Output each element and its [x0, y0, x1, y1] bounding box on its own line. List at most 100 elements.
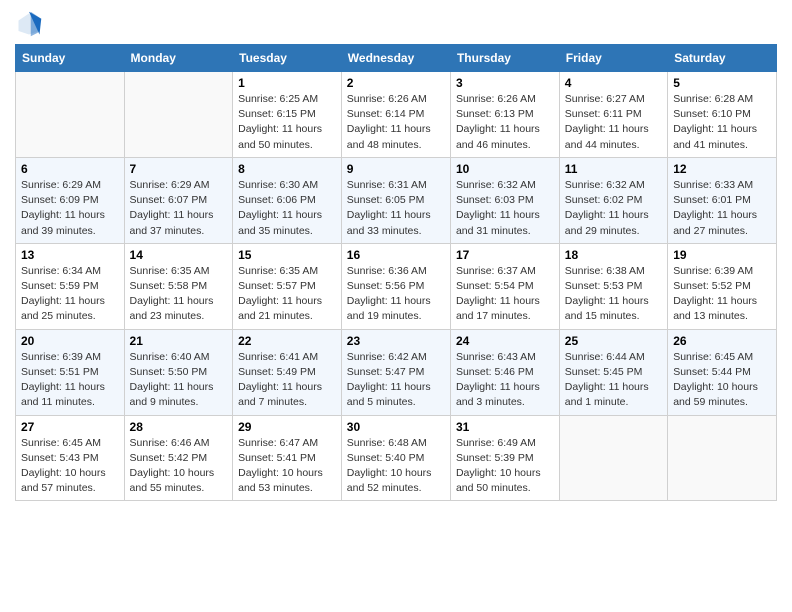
- day-number: 25: [565, 334, 662, 348]
- day-info: Sunrise: 6:40 AM Sunset: 5:50 PM Dayligh…: [130, 350, 228, 411]
- day-number: 26: [673, 334, 771, 348]
- calendar-week-3: 13 Sunrise: 6:34 AM Sunset: 5:59 PM Dayli…: [16, 243, 777, 329]
- calendar-cell: 18 Sunrise: 6:38 AM Sunset: 5:53 PM Dayli…: [559, 243, 667, 329]
- logo-icon: [15, 10, 43, 38]
- day-info: Sunrise: 6:25 AM Sunset: 6:15 PM Dayligh…: [238, 92, 336, 153]
- day-header-wednesday: Wednesday: [341, 45, 450, 72]
- day-info: Sunrise: 6:46 AM Sunset: 5:42 PM Dayligh…: [130, 436, 228, 497]
- calendar-header-row: SundayMondayTuesdayWednesdayThursdayFrid…: [16, 45, 777, 72]
- day-number: 2: [347, 76, 445, 90]
- calendar-cell: 22Sunrise: 6:41 AM Sunset: 5:49 PM Dayli…: [233, 329, 342, 415]
- calendar-week-5: 27Sunrise: 6:45 AM Sunset: 5:43 PM Dayli…: [16, 415, 777, 501]
- day-info: Sunrise: 6:47 AM Sunset: 5:41 PM Dayligh…: [238, 436, 336, 497]
- day-info: Sunrise: 6:30 AM Sunset: 6:06 PM Dayligh…: [238, 178, 336, 239]
- calendar-cell: 8 Sunrise: 6:30 AM Sunset: 6:06 PM Daylig…: [233, 157, 342, 243]
- calendar-table: SundayMondayTuesdayWednesdayThursdayFrid…: [15, 44, 777, 501]
- day-number: 11: [565, 162, 662, 176]
- day-number: 13: [21, 248, 119, 262]
- calendar-week-4: 20Sunrise: 6:39 AM Sunset: 5:51 PM Dayli…: [16, 329, 777, 415]
- calendar-cell: 25 Sunrise: 6:44 AM Sunset: 5:45 PM Dayli…: [559, 329, 667, 415]
- day-info: Sunrise: 6:29 AM Sunset: 6:07 PM Dayligh…: [130, 178, 228, 239]
- calendar-cell: 30 Sunrise: 6:48 AM Sunset: 5:40 PM Dayli…: [341, 415, 450, 501]
- calendar-cell: 19Sunrise: 6:39 AM Sunset: 5:52 PM Dayli…: [668, 243, 777, 329]
- day-number: 16: [347, 248, 445, 262]
- calendar-cell: 15Sunrise: 6:35 AM Sunset: 5:57 PM Dayli…: [233, 243, 342, 329]
- calendar-cell: [559, 415, 667, 501]
- day-header-saturday: Saturday: [668, 45, 777, 72]
- day-number: 6: [21, 162, 119, 176]
- calendar-cell: 10 Sunrise: 6:32 AM Sunset: 6:03 PM Dayli…: [450, 157, 559, 243]
- day-number: 19: [673, 248, 771, 262]
- day-info: Sunrise: 6:37 AM Sunset: 5:54 PM Dayligh…: [456, 264, 554, 325]
- calendar-cell: 3 Sunrise: 6:26 AM Sunset: 6:13 PM Daylig…: [450, 72, 559, 158]
- day-number: 29: [238, 420, 336, 434]
- calendar-cell: [16, 72, 125, 158]
- day-info: Sunrise: 6:45 AM Sunset: 5:44 PM Dayligh…: [673, 350, 771, 411]
- calendar-cell: 16 Sunrise: 6:36 AM Sunset: 5:56 PM Dayli…: [341, 243, 450, 329]
- calendar-cell: 31 Sunrise: 6:49 AM Sunset: 5:39 PM Dayli…: [450, 415, 559, 501]
- day-info: Sunrise: 6:35 AM Sunset: 5:57 PM Dayligh…: [238, 264, 336, 325]
- calendar-cell: 6 Sunrise: 6:29 AM Sunset: 6:09 PM Daylig…: [16, 157, 125, 243]
- day-info: Sunrise: 6:33 AM Sunset: 6:01 PM Dayligh…: [673, 178, 771, 239]
- day-number: 18: [565, 248, 662, 262]
- day-number: 23: [347, 334, 445, 348]
- day-number: 28: [130, 420, 228, 434]
- day-header-friday: Friday: [559, 45, 667, 72]
- day-number: 4: [565, 76, 662, 90]
- day-info: Sunrise: 6:34 AM Sunset: 5:59 PM Dayligh…: [21, 264, 119, 325]
- day-info: Sunrise: 6:35 AM Sunset: 5:58 PM Dayligh…: [130, 264, 228, 325]
- day-number: 20: [21, 334, 119, 348]
- day-info: Sunrise: 6:32 AM Sunset: 6:02 PM Dayligh…: [565, 178, 662, 239]
- calendar-cell: 1 Sunrise: 6:25 AM Sunset: 6:15 PM Daylig…: [233, 72, 342, 158]
- day-info: Sunrise: 6:43 AM Sunset: 5:46 PM Dayligh…: [456, 350, 554, 411]
- calendar-cell: 2Sunrise: 6:26 AM Sunset: 6:14 PM Daylig…: [341, 72, 450, 158]
- day-number: 3: [456, 76, 554, 90]
- calendar-cell: [668, 415, 777, 501]
- day-number: 17: [456, 248, 554, 262]
- day-info: Sunrise: 6:31 AM Sunset: 6:05 PM Dayligh…: [347, 178, 445, 239]
- day-number: 21: [130, 334, 228, 348]
- day-header-sunday: Sunday: [16, 45, 125, 72]
- day-number: 1: [238, 76, 336, 90]
- calendar-week-2: 6 Sunrise: 6:29 AM Sunset: 6:09 PM Daylig…: [16, 157, 777, 243]
- day-number: 30: [347, 420, 445, 434]
- day-number: 9: [347, 162, 445, 176]
- day-info: Sunrise: 6:29 AM Sunset: 6:09 PM Dayligh…: [21, 178, 119, 239]
- day-number: 31: [456, 420, 554, 434]
- calendar-cell: 12Sunrise: 6:33 AM Sunset: 6:01 PM Dayli…: [668, 157, 777, 243]
- logo: [15, 10, 47, 38]
- day-number: 27: [21, 420, 119, 434]
- day-info: Sunrise: 6:38 AM Sunset: 5:53 PM Dayligh…: [565, 264, 662, 325]
- calendar-cell: 13 Sunrise: 6:34 AM Sunset: 5:59 PM Dayli…: [16, 243, 125, 329]
- day-info: Sunrise: 6:28 AM Sunset: 6:10 PM Dayligh…: [673, 92, 771, 153]
- calendar-cell: 7 Sunrise: 6:29 AM Sunset: 6:07 PM Daylig…: [124, 157, 233, 243]
- day-number: 8: [238, 162, 336, 176]
- day-number: 7: [130, 162, 228, 176]
- day-header-tuesday: Tuesday: [233, 45, 342, 72]
- calendar-cell: 4 Sunrise: 6:27 AM Sunset: 6:11 PM Daylig…: [559, 72, 667, 158]
- day-number: 24: [456, 334, 554, 348]
- calendar-cell: 23 Sunrise: 6:42 AM Sunset: 5:47 PM Dayli…: [341, 329, 450, 415]
- calendar-cell: [124, 72, 233, 158]
- calendar-cell: 20Sunrise: 6:39 AM Sunset: 5:51 PM Dayli…: [16, 329, 125, 415]
- calendar-cell: 21 Sunrise: 6:40 AM Sunset: 5:50 PM Dayli…: [124, 329, 233, 415]
- day-info: Sunrise: 6:26 AM Sunset: 6:13 PM Dayligh…: [456, 92, 554, 153]
- day-number: 14: [130, 248, 228, 262]
- page-header: [15, 10, 777, 38]
- calendar-cell: 9 Sunrise: 6:31 AM Sunset: 6:05 PM Daylig…: [341, 157, 450, 243]
- day-info: Sunrise: 6:42 AM Sunset: 5:47 PM Dayligh…: [347, 350, 445, 411]
- day-info: Sunrise: 6:41 AM Sunset: 5:49 PM Dayligh…: [238, 350, 336, 411]
- day-info: Sunrise: 6:44 AM Sunset: 5:45 PM Dayligh…: [565, 350, 662, 411]
- calendar-cell: 14 Sunrise: 6:35 AM Sunset: 5:58 PM Dayli…: [124, 243, 233, 329]
- day-info: Sunrise: 6:32 AM Sunset: 6:03 PM Dayligh…: [456, 178, 554, 239]
- day-info: Sunrise: 6:27 AM Sunset: 6:11 PM Dayligh…: [565, 92, 662, 153]
- day-info: Sunrise: 6:48 AM Sunset: 5:40 PM Dayligh…: [347, 436, 445, 497]
- calendar-cell: 27Sunrise: 6:45 AM Sunset: 5:43 PM Dayli…: [16, 415, 125, 501]
- day-number: 10: [456, 162, 554, 176]
- day-header-monday: Monday: [124, 45, 233, 72]
- day-info: Sunrise: 6:49 AM Sunset: 5:39 PM Dayligh…: [456, 436, 554, 497]
- calendar-cell: 17 Sunrise: 6:37 AM Sunset: 5:54 PM Dayli…: [450, 243, 559, 329]
- day-info: Sunrise: 6:36 AM Sunset: 5:56 PM Dayligh…: [347, 264, 445, 325]
- calendar-week-1: 1 Sunrise: 6:25 AM Sunset: 6:15 PM Daylig…: [16, 72, 777, 158]
- calendar-cell: 26 Sunrise: 6:45 AM Sunset: 5:44 PM Dayli…: [668, 329, 777, 415]
